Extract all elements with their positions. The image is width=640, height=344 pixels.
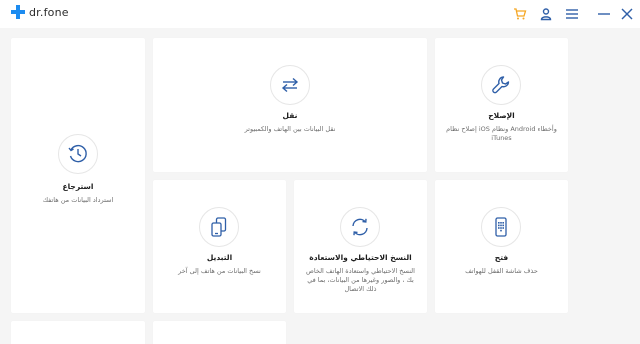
- restore-title: استرجاع: [62, 182, 94, 191]
- backup-title: النسخ الاحتياطي والاستعادة: [309, 253, 412, 262]
- transfer-arrows-icon: [270, 65, 310, 105]
- backup-restore-icon: [340, 207, 380, 247]
- backup-desc: النسخ الاحتياطي واستعادة الهاتف الخاص بك…: [306, 267, 415, 293]
- menu-icon[interactable]: [564, 6, 580, 22]
- clock-icon: [58, 134, 98, 174]
- restore-card[interactable]: استرجاع استرداد البيانات من هاتفك: [11, 38, 145, 313]
- restore-desc: استرداد البيانات من هاتفك: [42, 196, 114, 204]
- switch-card[interactable]: التبديل نسخ البيانات من هاتف إلى آخر: [153, 180, 286, 313]
- wrench-icon: [481, 65, 521, 105]
- title-bar: dr.fone: [0, 0, 640, 28]
- switch-title: التبديل: [206, 253, 233, 262]
- switch-desc: نسخ البيانات من هاتف إلى آخر: [178, 267, 261, 275]
- repair-title: الإصلاح: [488, 111, 515, 120]
- repair-card[interactable]: الإصلاح وأخطاء Android ونظام iOS إصلاح ن…: [435, 38, 568, 172]
- minimize-icon[interactable]: [596, 6, 612, 22]
- backup-card[interactable]: النسخ الاحتياطي والاستعادة النسخ الاحتيا…: [294, 180, 427, 313]
- account-icon[interactable]: [538, 6, 554, 22]
- unlock-desc: حذف شاشة القفل للهواتف: [465, 267, 538, 275]
- app-logo: dr.fone: [11, 5, 69, 19]
- phone-switch-icon: [199, 207, 239, 247]
- transfer-card[interactable]: نقل نقل البيانات بين الهاتف والكمبيوتر: [153, 38, 427, 172]
- transfer-title: نقل: [282, 111, 298, 120]
- repair-desc: وأخطاء Android ونظام iOS إصلاح نظام iTun…: [446, 125, 557, 142]
- transfer-desc: نقل البيانات بين الهاتف والكمبيوتر: [244, 125, 336, 133]
- plus-logo-icon: [11, 5, 25, 19]
- unlock-card[interactable]: فتح حذف شاشة القفل للهواتف: [435, 180, 568, 313]
- phone-keypad-icon: [481, 207, 521, 247]
- more-card-1[interactable]: [11, 321, 145, 344]
- unlock-title: فتح: [494, 253, 509, 262]
- more-card-2[interactable]: [153, 321, 286, 344]
- cart-icon[interactable]: [512, 6, 528, 22]
- close-icon[interactable]: [619, 6, 635, 22]
- app-name: dr.fone: [29, 5, 69, 19]
